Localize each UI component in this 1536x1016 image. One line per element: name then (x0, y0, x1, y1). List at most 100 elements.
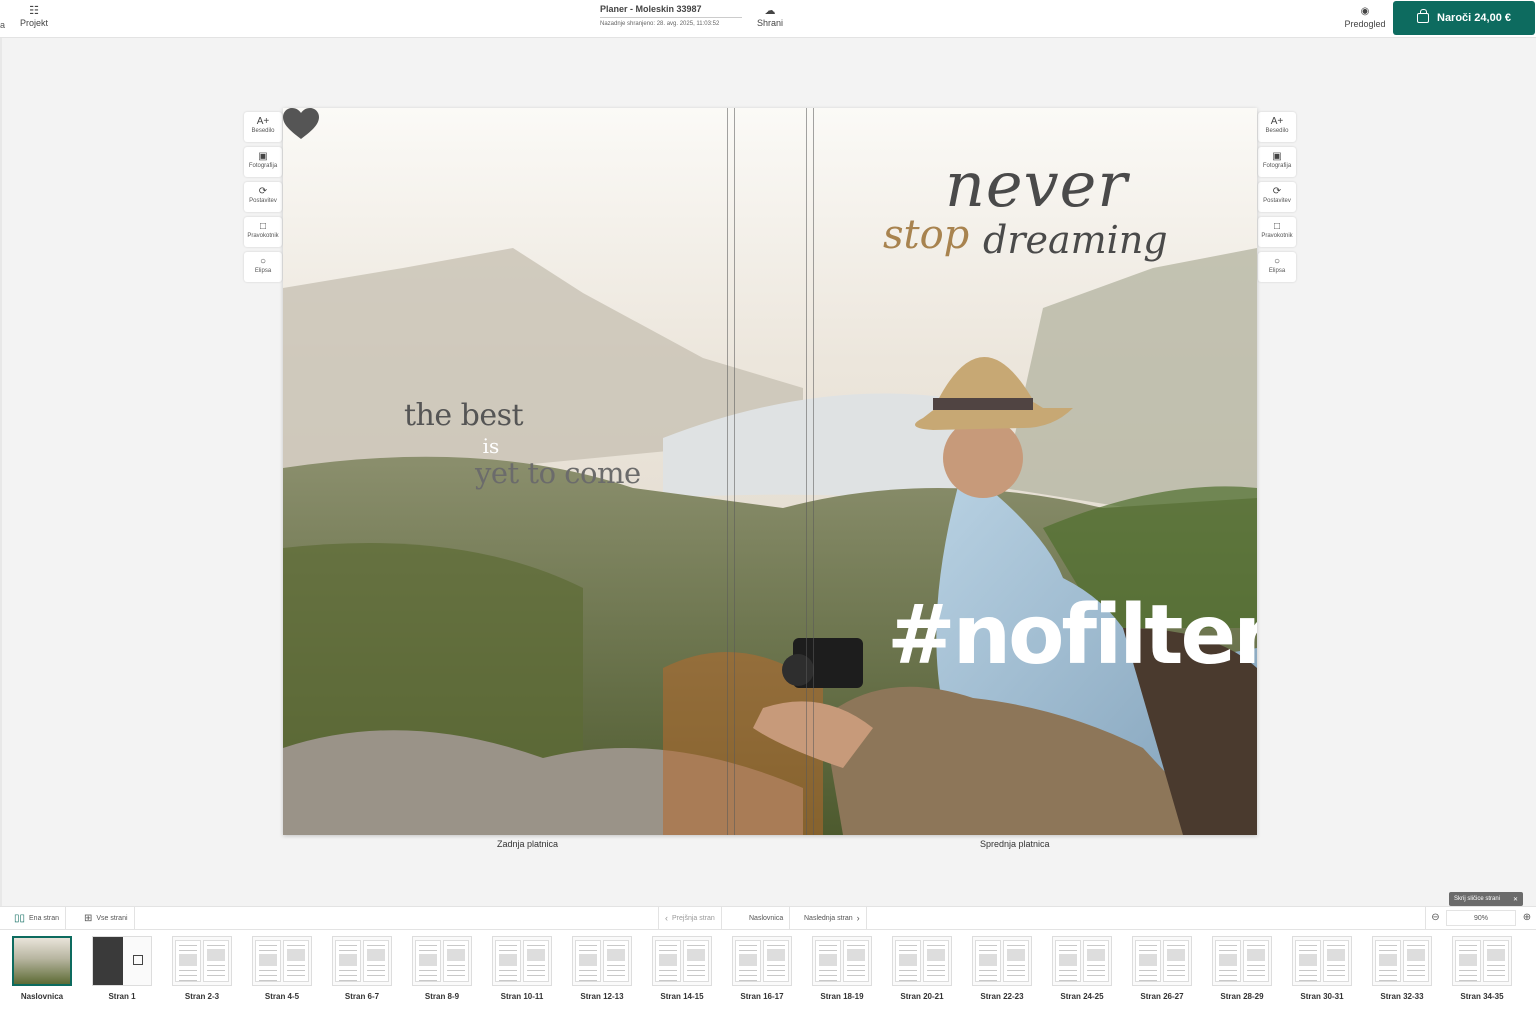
tool-photo-left[interactable]: ▣ Fotografija (244, 147, 282, 177)
save-button[interactable]: ☁ Shrani (752, 4, 788, 28)
page-thumbnail[interactable]: Stran 34-35 (1452, 936, 1512, 1001)
tool-rectangle-left[interactable]: □ Pravokotnik (244, 217, 282, 247)
back-text-is[interactable]: is (473, 434, 509, 458)
spine-line-left (727, 108, 728, 835)
left-toolbar: A+ Besedilo ▣ Fotografija ⟳ Postavitev □ Pra… (244, 112, 282, 287)
shopping-bag-icon (1417, 9, 1429, 23)
tool-label: Fotografija (1262, 163, 1292, 169)
thumbnail-label: Stran 8-9 (424, 992, 460, 1001)
thumbnail-label: Stran 4-5 (264, 992, 300, 1001)
zoom-in-button[interactable]: ⊕ (1517, 907, 1536, 929)
image-add-icon: ▣ (1272, 151, 1282, 162)
right-toolbar: A+ Besedilo ▣ Fotografija ⟳ Postavitev □ Pra… (1258, 112, 1296, 287)
thumbnail-label: Stran 22-23 (980, 992, 1024, 1001)
tool-label: Pravokotnik (1261, 233, 1293, 239)
front-text-nofilter[interactable]: #nofilter (887, 588, 1257, 683)
page-thumbnail[interactable]: Stran 2-3 (172, 936, 232, 1001)
thumbnail-preview (492, 936, 552, 986)
chevron-right-icon: › (856, 913, 860, 923)
front-text-dreaming[interactable]: dreaming (983, 218, 1168, 262)
document-title[interactable]: Planer - Moleskin 33987 (600, 4, 742, 18)
page-thumbnail-strip: Naslovnica Stran 1 Stran 2-3 Stran 4-5 Stran… (0, 930, 1536, 1016)
chevron-left-icon: ‹ (665, 913, 668, 923)
tool-photo-right[interactable]: ▣ Fotografija (1258, 147, 1296, 177)
circle-icon: ○ (1273, 256, 1281, 267)
left-edge (0, 38, 2, 906)
page-thumbnail[interactable]: Stran 16-17 (732, 936, 792, 1001)
thumbnail-label: Stran 28-29 (1220, 992, 1264, 1001)
page-thumbnail[interactable]: Stran 32-33 (1372, 936, 1432, 1001)
zoom-out-button[interactable]: ⊖ (1425, 907, 1445, 929)
tool-layout-right[interactable]: ⟳ Postavitev (1258, 182, 1296, 212)
back-text-yet-to-come[interactable]: yet to come (475, 456, 641, 490)
page-thumbnail[interactable]: Stran 30-31 (1292, 936, 1352, 1001)
page-thumbnail[interactable]: Stran 14-15 (652, 936, 712, 1001)
thumbnail-preview (1372, 936, 1432, 986)
back-text-the-best[interactable]: the best (404, 398, 524, 433)
page-thumbnail[interactable]: Stran 26-27 (1132, 936, 1192, 1001)
tool-label: Postavitev (1263, 198, 1291, 204)
tool-layout-left[interactable]: ⟳ Postavitev (244, 182, 282, 212)
current-page-button[interactable]: Naslovnica (743, 907, 791, 929)
thumbnail-preview (172, 936, 232, 986)
thumbnail-label: Stran 16-17 (740, 992, 784, 1001)
thumbnail-label: Stran 2-3 (184, 992, 220, 1001)
tool-label: Besedilo (1265, 128, 1289, 134)
tool-ellipse-left[interactable]: ○ Elipsa (244, 252, 282, 282)
page-thumbnail[interactable]: Stran 24-25 (1052, 936, 1112, 1001)
page-thumbnail[interactable]: Stran 1 (92, 936, 152, 1001)
thumbnail-label: Stran 18-19 (820, 992, 864, 1001)
tool-ellipse-right[interactable]: ○ Elipsa (1258, 252, 1296, 282)
tool-text-right[interactable]: A+ Besedilo (1258, 112, 1296, 142)
single-page-view-button[interactable]: ▯▯ Ena stran (8, 907, 66, 929)
next-page-label: Naslednja stran (804, 914, 853, 922)
back-label[interactable]: a (0, 20, 5, 30)
page-thumbnail[interactable]: Naslovnica (12, 936, 72, 1001)
columns-icon: ▯▯ (14, 912, 26, 924)
tool-label: Besedilo (251, 128, 275, 134)
next-page-button[interactable]: Naslednja stran › (798, 907, 867, 929)
all-pages-view-button[interactable]: ⊞ Vse strani (78, 907, 135, 929)
zoom-level[interactable]: 90% (1446, 910, 1516, 926)
save-label: Shrani (756, 18, 783, 28)
thumbnail-preview (1212, 936, 1272, 986)
order-button[interactable]: Naroči 24,00 € (1393, 1, 1535, 35)
page-thumbnail[interactable]: Stran 6-7 (332, 936, 392, 1001)
tool-label: Fotografija (248, 163, 278, 169)
thumbnail-preview (572, 936, 632, 986)
order-label: Naroči 24,00 € (1437, 12, 1511, 24)
page-thumbnail[interactable]: Stran 4-5 (252, 936, 312, 1001)
text-add-icon: A+ (256, 116, 270, 127)
page-thumbnail[interactable]: Stran 10-11 (492, 936, 552, 1001)
thumbnail-label: Stran 32-33 (1380, 992, 1424, 1001)
cover-canvas[interactable]: the best is yet to come never stop dream… (283, 108, 1257, 835)
heart-icon (283, 108, 319, 139)
square-icon: □ (259, 221, 267, 232)
thumbnail-preview (972, 936, 1032, 986)
refresh-icon: ⟳ (1272, 186, 1282, 197)
thumbnail-preview (892, 936, 952, 986)
page-thumbnail[interactable]: Stran 18-19 (812, 936, 872, 1001)
front-text-stop[interactable]: stop (883, 212, 969, 258)
previous-page-button[interactable]: ‹ Prejšnja stran (658, 907, 722, 929)
tool-text-left[interactable]: A+ Besedilo (244, 112, 282, 142)
thumbnail-label: Stran 12-13 (580, 992, 624, 1001)
page-navigation-bar: ▯▯ Ena stran ⊞ Vse strani ‹ Prejšnja stran … (0, 906, 1536, 930)
thumbnail-preview (1292, 936, 1352, 986)
tool-label: Elipsa (254, 268, 272, 274)
thumbnail-label: Stran 24-25 (1060, 992, 1104, 1001)
page-thumbnail[interactable]: Stran 28-29 (1212, 936, 1272, 1001)
page-thumbnail[interactable]: Stran 20-21 (892, 936, 952, 1001)
project-button[interactable]: ☷ Projekt (16, 4, 52, 28)
tool-rectangle-right[interactable]: □ Pravokotnik (1258, 217, 1296, 247)
page-thumbnail[interactable]: Stran 8-9 (412, 936, 472, 1001)
hide-thumbnails-button[interactable]: Skrij sličice strani ✕ (1449, 892, 1523, 906)
page-thumbnail[interactable]: Stran 12-13 (572, 936, 632, 1001)
thumbnail-preview (412, 936, 472, 986)
page-thumbnail[interactable]: Stran 22-23 (972, 936, 1032, 1001)
tool-label: Elipsa (1268, 268, 1286, 274)
front-text-never[interactable]: never (945, 148, 1128, 221)
preview-button[interactable]: ◉ Predogled (1340, 5, 1390, 29)
thumbnail-preview (1132, 936, 1192, 986)
thumbnail-label: Stran 14-15 (660, 992, 704, 1001)
